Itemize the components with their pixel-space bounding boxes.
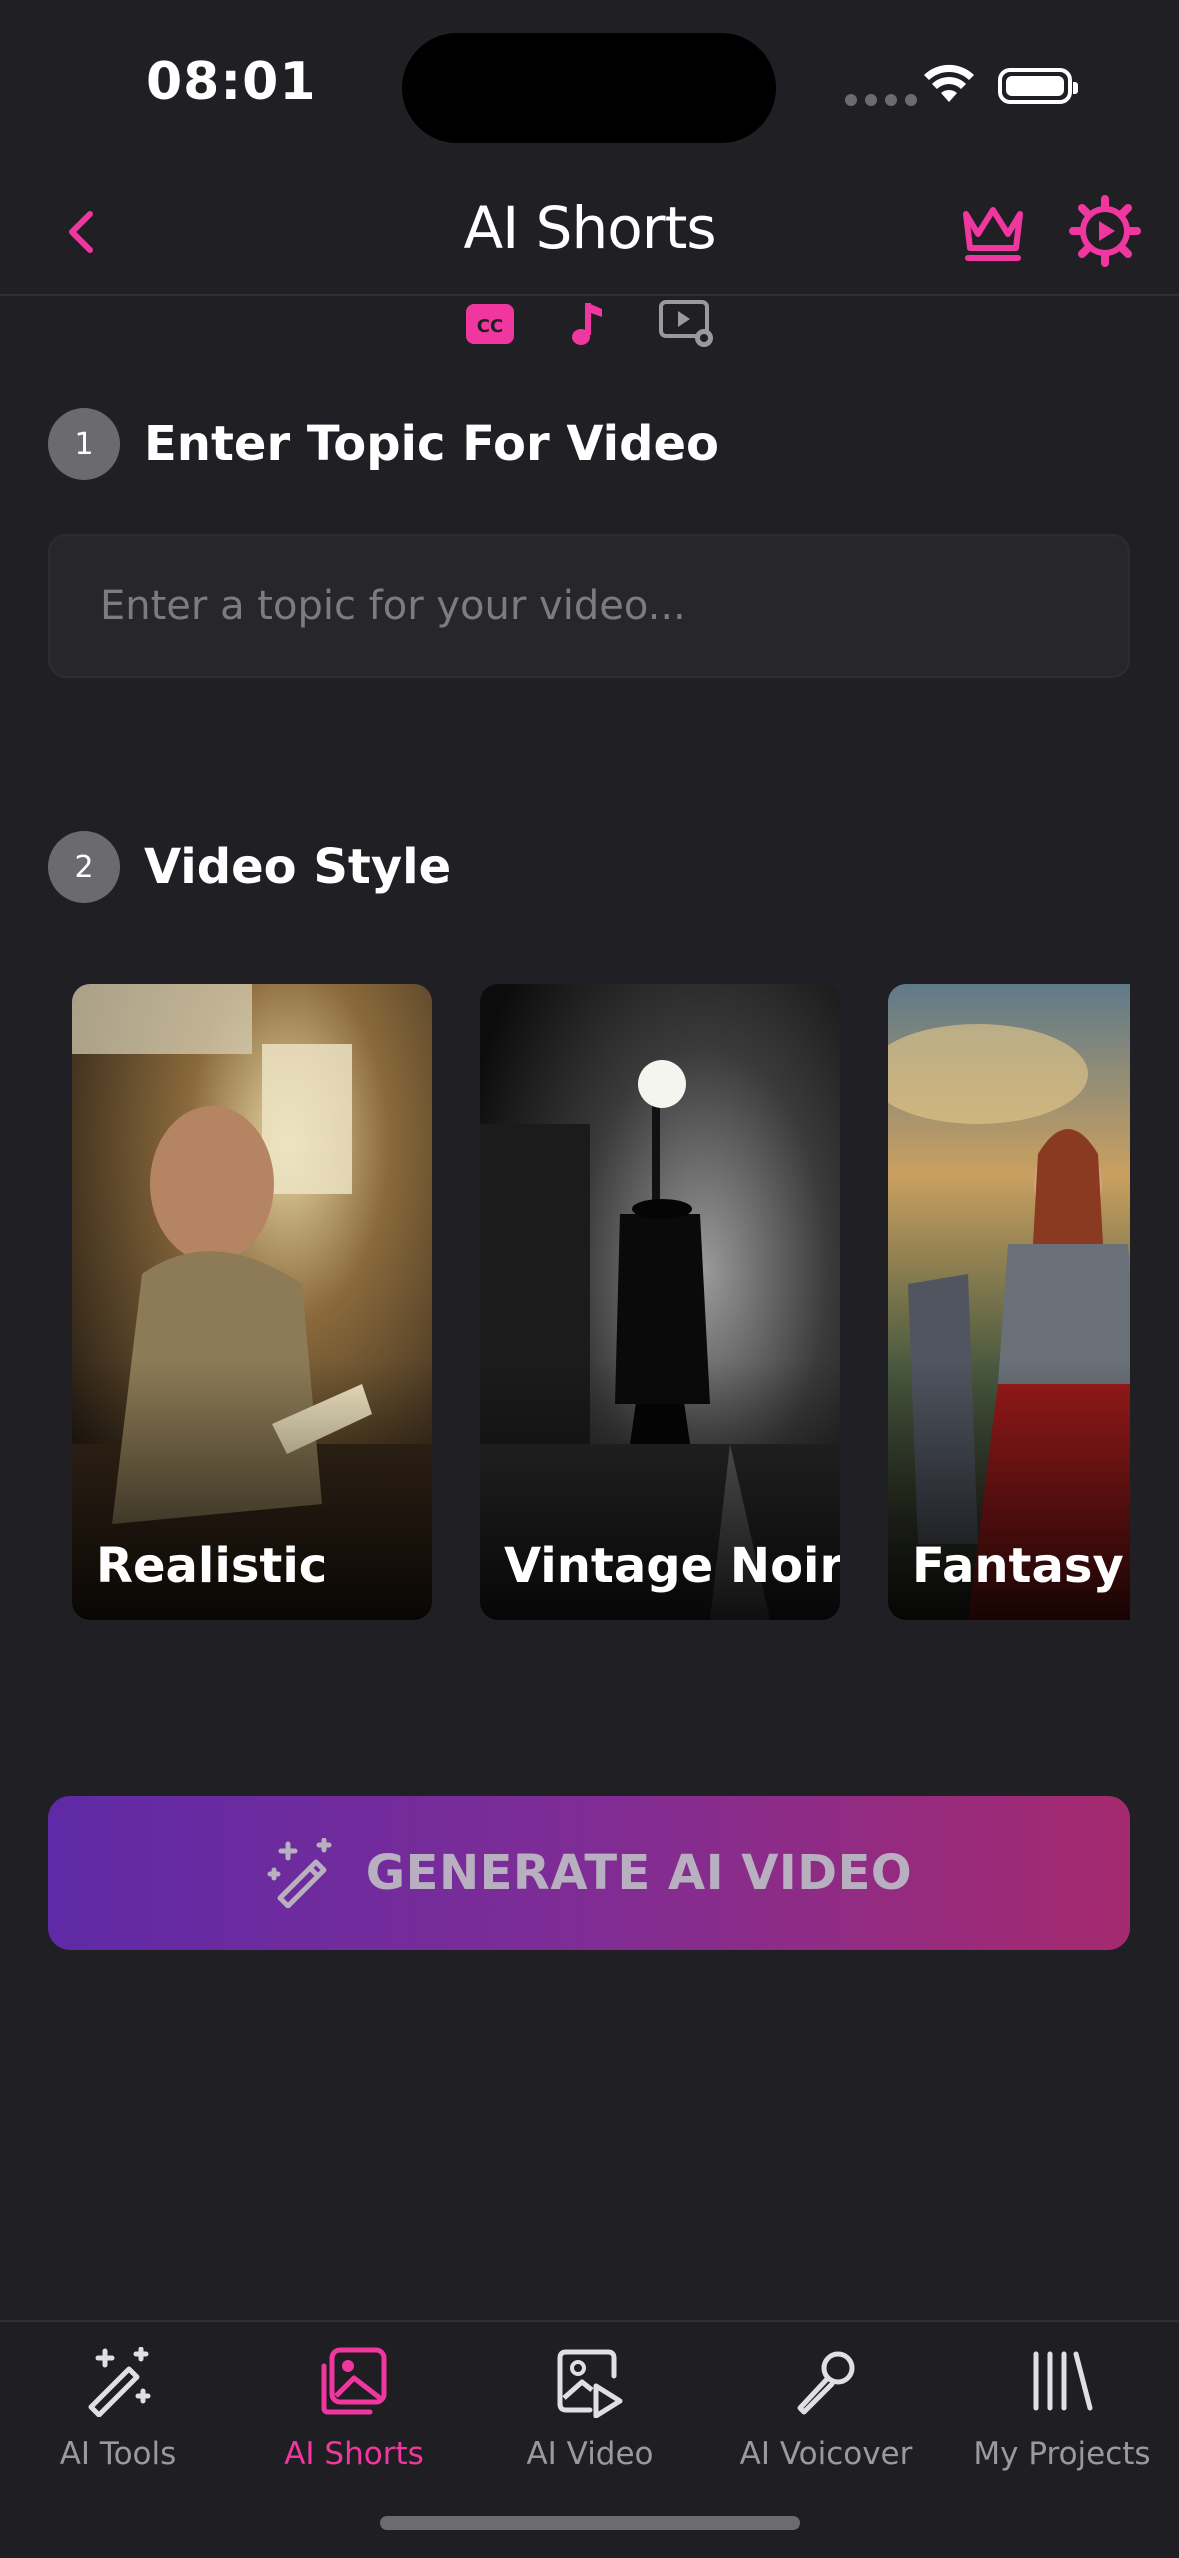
style-label: Vintage Noir xyxy=(504,1538,840,1594)
header: AI Shorts xyxy=(0,170,1179,296)
svg-text:CC: CC xyxy=(477,316,503,337)
battery-icon xyxy=(998,68,1078,104)
mini-tabs: CC xyxy=(0,296,1179,356)
home-indicator xyxy=(380,2516,800,2530)
step-number: 1 xyxy=(48,408,120,480)
step-title: Enter Topic For Video xyxy=(144,416,720,472)
topic-input[interactable] xyxy=(50,536,1128,676)
tab-ai-voiceover[interactable]: AI Voicover xyxy=(708,2342,944,2492)
step-2-header: 2 Video Style xyxy=(48,831,451,903)
tab-ai-shorts[interactable]: AI Shorts xyxy=(236,2342,472,2492)
dynamic-island xyxy=(402,33,776,143)
tab-label: AI Shorts xyxy=(284,2436,424,2472)
video-settings-tab[interactable] xyxy=(656,296,720,352)
captions-tab[interactable]: CC xyxy=(458,296,522,352)
style-card-vintage-noir[interactable]: Vintage Noir xyxy=(480,984,840,1620)
wifi-icon xyxy=(924,64,974,102)
cellular-signal-icon xyxy=(845,94,917,106)
video-settings-icon xyxy=(659,300,713,347)
step-1-header: 1 Enter Topic For Video xyxy=(48,408,719,480)
generate-label: GENERATE AI VIDEO xyxy=(365,1845,913,1901)
video-style-carousel[interactable]: Realistic Vintage Noir Fantasy xyxy=(72,984,1130,1620)
music-note-icon xyxy=(572,303,602,345)
premium-button[interactable] xyxy=(956,194,1030,268)
tab-label: AI Voicover xyxy=(739,2436,913,2472)
shorts-gallery-icon xyxy=(321,2347,387,2415)
step-number: 2 xyxy=(48,831,120,903)
status-time: 08:01 xyxy=(146,52,317,112)
style-card-fantasy[interactable]: Fantasy xyxy=(888,984,1130,1620)
style-card-realistic[interactable]: Realistic xyxy=(72,984,432,1620)
generate-ai-video-button[interactable]: GENERATE AI VIDEO xyxy=(48,1796,1130,1950)
crown-icon xyxy=(963,207,1023,261)
style-label: Fantasy xyxy=(912,1538,1124,1594)
tab-label: My Projects xyxy=(973,2436,1151,2472)
step-title: Video Style xyxy=(144,839,452,895)
style-label: Realistic xyxy=(96,1538,328,1594)
tab-my-projects[interactable]: My Projects xyxy=(944,2342,1179,2492)
tab-label: AI Tools xyxy=(59,2436,177,2472)
image-play-icon xyxy=(557,2349,623,2418)
tab-ai-video[interactable]: AI Video xyxy=(472,2342,708,2492)
topic-input-box xyxy=(48,534,1130,678)
library-icon xyxy=(1033,2351,1093,2411)
microphone-icon xyxy=(797,2351,855,2415)
settings-button[interactable] xyxy=(1068,194,1142,268)
cc-icon: CC xyxy=(466,304,514,344)
gear-play-icon xyxy=(1069,195,1141,267)
status-bar: 08:01 xyxy=(0,0,1179,170)
music-tab[interactable] xyxy=(556,296,620,352)
tab-label: AI Video xyxy=(526,2436,654,2472)
tab-ai-tools[interactable]: AI Tools xyxy=(0,2342,236,2492)
magic-wand-icon xyxy=(267,1838,332,1908)
magic-wand-icon xyxy=(88,2347,151,2417)
